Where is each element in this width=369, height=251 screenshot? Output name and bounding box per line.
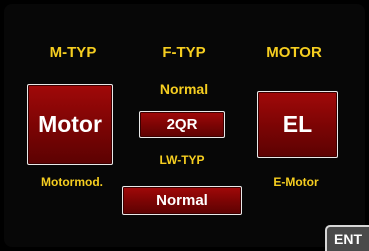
display-screen: M-TYP F-TYP MOTOR Normal Motor 2QR LW-TY…	[0, 0, 369, 251]
e-motor-caption: E-Motor	[273, 175, 319, 189]
f-typ-header: F-TYP	[162, 44, 206, 61]
lw-typ-label: LW-TYP	[159, 153, 205, 167]
enter-button[interactable]: ENT	[325, 225, 369, 251]
el-button[interactable]: EL	[257, 91, 338, 158]
motor-header: MOTOR	[266, 44, 322, 61]
lw-typ-button[interactable]: Normal	[122, 186, 242, 215]
motormod-caption: Motormod.	[41, 175, 103, 189]
motor-button[interactable]: Motor	[27, 84, 113, 165]
f-typ-value-label: Normal	[159, 81, 209, 97]
m-typ-header: M-TYP	[49, 44, 97, 61]
f-typ-button[interactable]: 2QR	[139, 111, 225, 138]
